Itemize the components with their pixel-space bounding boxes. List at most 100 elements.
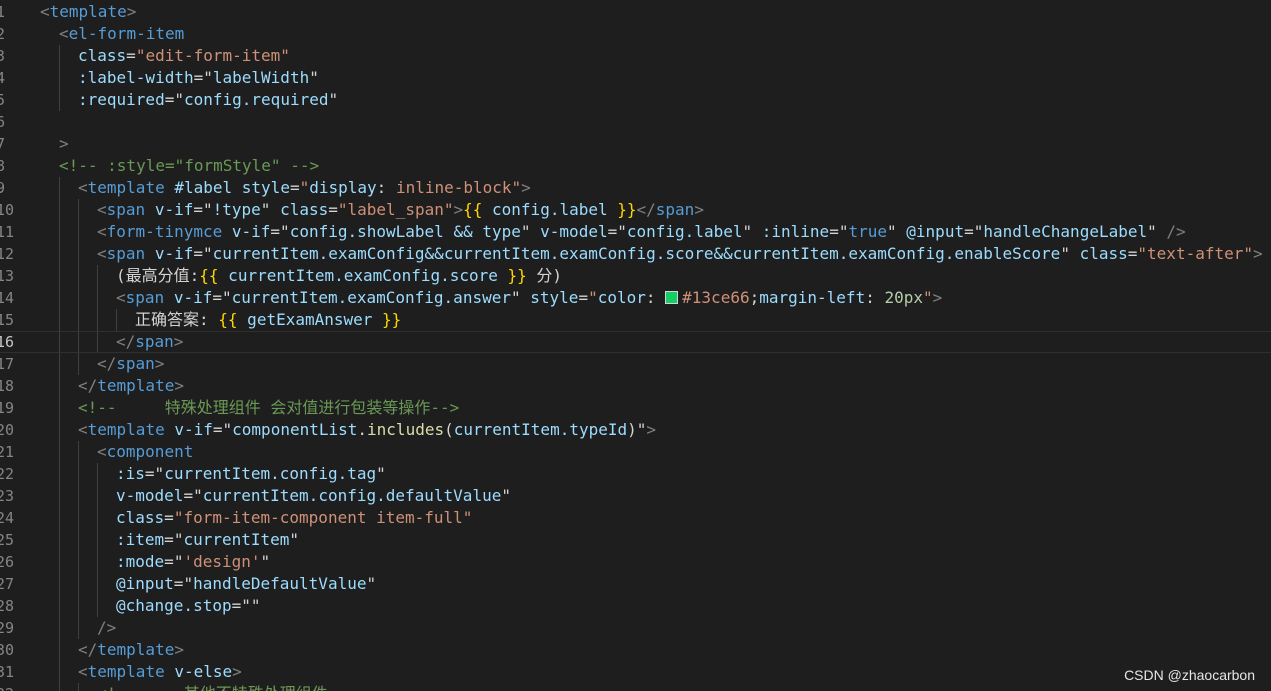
code-line[interactable]: 7 > <box>0 133 1271 155</box>
code-editor[interactable]: 1 <template> 2 <el-form-item 3 class="edit-fo… <box>0 0 1271 691</box>
code-line[interactable]: 17 </span> <box>0 353 1271 375</box>
code-text[interactable]: :label-width="labelWidth" <box>78 67 319 89</box>
code-text[interactable]: <!-- :style="formStyle" --> <box>59 155 319 177</box>
code-line[interactable]: 29 /> <box>0 617 1271 639</box>
code-text[interactable]: <span v-if="currentItem.examConfig&&curr… <box>97 243 1263 265</box>
code-line[interactable]: 23 v-model="currentItem.config.defaultVal… <box>0 485 1271 507</box>
code-line[interactable]: 11 <form-tinymce v-if="config.showLabel &… <box>0 221 1271 243</box>
code-line[interactable]: 27 @input="handleDefaultValue" <box>0 573 1271 595</box>
code-line[interactable]: 1 <template> <box>0 1 1271 23</box>
code-text[interactable]: (最高分值:{{ currentItem.examConfig.score }}… <box>116 265 562 287</box>
code-line[interactable]: 32 <!-- 其他不特殊处理组件 <box>0 683 1271 691</box>
line-number: 9 <box>0 179 6 197</box>
code-token: #13ce66 <box>682 288 750 307</box>
code-token: " <box>289 530 300 549</box>
code-token: = <box>193 200 203 219</box>
code-text[interactable]: @change.stop="" <box>116 595 261 617</box>
code-token: " <box>202 200 213 219</box>
code-text[interactable]: :item="currentItem" <box>116 529 299 551</box>
code-token: : <box>645 288 666 307</box>
code-text[interactable]: <template #label style="display: inline-… <box>78 177 531 199</box>
code-text[interactable]: v-model="currentItem.config.defaultValue… <box>116 485 511 507</box>
code-token: " <box>510 288 521 307</box>
code-text[interactable]: <span v-if="!type" class="label_span">{{… <box>97 199 704 221</box>
color-swatch-icon[interactable] <box>665 291 679 304</box>
code-line[interactable]: 5:required="config.required" <box>0 89 1271 111</box>
code-token: " <box>221 288 232 307</box>
code-text[interactable]: <component <box>97 441 193 463</box>
code-line[interactable]: 20 <template v-if="componentList.includes… <box>0 419 1271 441</box>
code-token: = <box>270 222 281 241</box>
code-text[interactable]: class="edit-form-item" <box>78 45 290 67</box>
code-line[interactable]: 25:item="currentItem" <box>0 529 1271 551</box>
code-token: template <box>87 178 165 197</box>
code-token: > <box>174 640 184 659</box>
code-token: > <box>59 134 69 153</box>
code-line[interactable]: 19 <!-- 特殊处理组件 会对值进行包装等操作--> <box>0 397 1271 419</box>
code-token: > <box>154 354 165 373</box>
code-text[interactable]: </span> <box>97 353 164 375</box>
code-text[interactable]: </span> <box>116 332 183 352</box>
code-token: </ <box>97 354 117 373</box>
code-text[interactable]: 正确答案: {{ getExamAnswer }} <box>135 309 401 331</box>
code-line[interactable]: 9 <template #label style="display: inline… <box>0 177 1271 199</box>
code-line[interactable]: 6 <box>0 111 1271 133</box>
code-line[interactable]: 10 <span v-if="!type" class="label_span">… <box>0 199 1271 221</box>
code-text[interactable]: <form-tinymce v-if="config.showLabel && … <box>97 221 1186 243</box>
code-line[interactable]: 12 <span v-if="currentItem.examConfig&&cu… <box>0 243 1271 265</box>
line-number: 12 <box>0 245 15 263</box>
code-token: color <box>597 288 646 307</box>
line-number: 16 <box>0 333 15 351</box>
code-text[interactable]: <template v-else> <box>78 661 242 683</box>
code-text[interactable]: <el-form-item <box>59 23 184 45</box>
code-text[interactable]: <template v-if="componentList.includes(c… <box>78 419 656 441</box>
code-text[interactable]: :required="config.required" <box>78 89 338 111</box>
code-text[interactable]: class="form-item-component item-full" <box>116 507 472 529</box>
code-text[interactable]: </template> <box>78 639 184 661</box>
code-line[interactable]: 4:label-width="labelWidth" <box>0 67 1271 89</box>
code-line[interactable]: 16 </span> <box>0 331 1271 353</box>
code-line[interactable]: 15 正确答案: {{ getExamAnswer }} <box>0 309 1271 331</box>
code-text[interactable]: > <box>59 133 69 155</box>
code-token: " <box>366 574 377 593</box>
code-line[interactable]: 14 <span v-if="currentItem.examConfig.ans… <box>0 287 1271 309</box>
code-token: < <box>97 244 107 263</box>
code-line[interactable]: 26:mode="'design'" <box>0 551 1271 573</box>
code-text[interactable]: <template> <box>40 1 136 23</box>
code-line[interactable]: 21 <component <box>0 441 1271 463</box>
code-token: " <box>973 222 984 241</box>
code-line[interactable]: 2 <el-form-item <box>0 23 1271 45</box>
code-token: = <box>607 222 618 241</box>
code-token: currentItem.examConfig.score <box>218 266 508 285</box>
code-token: currentItem.typeId <box>453 420 628 439</box>
code-line[interactable]: 31 <template v-else> <box>0 661 1271 683</box>
code-token: = <box>144 464 155 483</box>
code-token: > <box>174 376 184 395</box>
code-text[interactable]: :mode="'design'" <box>116 551 270 573</box>
code-text[interactable]: <!-- 其他不特殊处理组件 <box>97 683 328 691</box>
code-token: /> <box>1166 222 1186 241</box>
code-line[interactable]: 13 (最高分值:{{ currentItem.examConfig.score … <box>0 265 1271 287</box>
code-text[interactable]: @input="handleDefaultValue" <box>116 573 376 595</box>
code-text[interactable]: /> <box>97 617 116 639</box>
code-line[interactable]: 24 class="form-item-component item-full" <box>0 507 1271 529</box>
code-text[interactable]: <!-- 特殊处理组件 会对值进行包装等操作--> <box>78 397 459 419</box>
code-line[interactable]: 8 <!-- :style="formStyle" --> <box>0 155 1271 177</box>
code-line[interactable]: 18 </template> <box>0 375 1271 397</box>
code-line[interactable]: 22:is="currentItem.config.tag" <box>0 463 1271 485</box>
code-line[interactable]: 28 @change.stop="" <box>0 595 1271 617</box>
code-token: " <box>173 552 184 571</box>
code-token: = <box>164 530 174 549</box>
code-token: " <box>222 420 233 439</box>
code-text[interactable]: <span v-if="currentItem.examConfig.answe… <box>116 287 942 309</box>
code-text[interactable]: :is="currentItem.config.tag" <box>116 463 386 485</box>
line-number: 7 <box>0 135 6 153</box>
code-token: labelWidth <box>212 68 310 87</box>
code-text[interactable]: </template> <box>78 375 184 397</box>
code-line[interactable]: 30 </template> <box>0 639 1271 661</box>
line-number: 14 <box>0 289 15 307</box>
line-number: 10 <box>0 201 15 219</box>
code-line[interactable]: 3 class="edit-form-item" <box>0 45 1271 67</box>
code-token: :required <box>78 90 165 109</box>
